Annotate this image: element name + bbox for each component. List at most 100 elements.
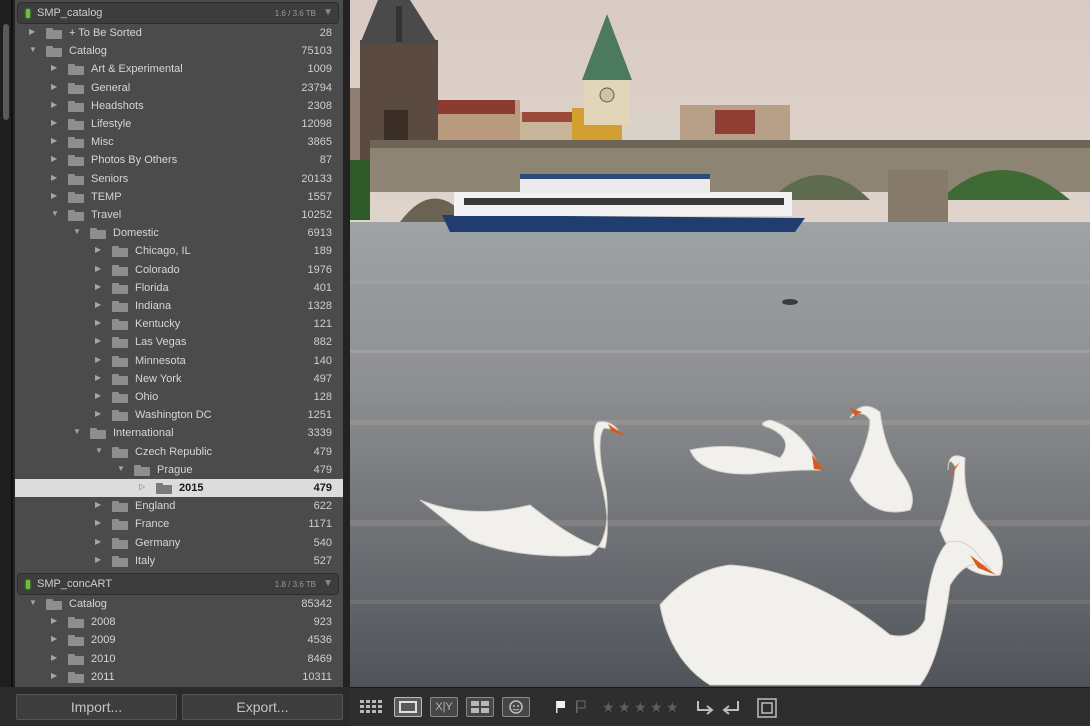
folder-row[interactable]: ▶ 2011 10311 [15,668,343,686]
folder-row[interactable]: ▶ Washington DC 1251 [15,406,343,424]
survey-view-button[interactable] [466,697,494,717]
folder-icon [68,64,84,76]
expand-triangle-icon[interactable]: ▶ [95,336,101,345]
expand-triangle-icon[interactable]: ▶ [51,136,57,145]
folder-row[interactable]: ▶ Germany 540 [15,534,343,552]
folder-row[interactable]: ▼ Catalog 75103 [15,42,343,60]
star-icon[interactable]: ★ [602,697,618,717]
folder-row[interactable]: ▶ Las Vegas 882 [15,333,343,351]
folder-row[interactable]: ▶ Colorado 1976 [15,261,343,279]
collapse-triangle-icon[interactable]: ▼ [29,598,37,607]
collapse-triangle-icon[interactable]: ▼ [95,446,103,455]
folder-row[interactable]: ▶ Headshots 2308 [15,97,343,115]
expand-triangle-icon[interactable]: ▶ [51,63,57,72]
crop-overlay-button[interactable] [754,697,780,718]
collapse-triangle-icon[interactable]: ▼ [73,227,81,236]
volume-menu-icon[interactable]: ▼ [323,578,333,589]
folder-row[interactable]: ▶ England 622 [15,497,343,515]
folder-count: 8469 [307,652,332,665]
collapse-triangle-icon[interactable]: ▼ [73,427,81,436]
expand-triangle-icon[interactable]: ▶ [51,173,57,182]
expand-triangle-icon[interactable]: ▶ [95,282,101,291]
folder-row[interactable]: ▼ Domestic 6913 [15,224,343,242]
expand-triangle-icon[interactable]: ▶ [95,409,101,418]
folder-row[interactable]: ▶ Misc 3865 [15,133,343,151]
expand-triangle-icon[interactable]: ▶ [51,616,57,625]
collapse-triangle-icon[interactable]: ▼ [117,464,125,473]
expand-triangle-icon[interactable]: ▶ [51,191,57,200]
folder-count: 3865 [307,136,332,149]
volume-header[interactable]: SMP_concART 1.8 / 3.6 TB ▼ [17,573,339,595]
expand-triangle-icon[interactable]: ▶ [51,154,57,163]
folder-row[interactable]: ▶ Chicago, IL 189 [15,242,343,260]
expand-triangle-icon[interactable]: ▶ [95,300,101,309]
import-button[interactable]: Import... [16,694,177,720]
star-icon[interactable]: ★ [634,697,650,717]
folder-row[interactable]: ▼ Prague 479 [15,461,343,479]
star-rating[interactable]: ★ ★ ★ ★ ★ [602,697,682,717]
people-view-button[interactable] [502,697,530,717]
folder-row[interactable]: ▶ + To Be Sorted 28 [15,24,343,42]
expand-triangle-icon[interactable]: ▶ [95,500,101,509]
rotate-right-button[interactable] [720,697,742,717]
folder-row[interactable]: ▶ Kentucky 121 [15,315,343,333]
folder-row[interactable]: ▶ 2008 923 [15,613,343,631]
reject-flag-button[interactable] [572,697,588,717]
folder-row[interactable]: ▶ Lifestyle 12098 [15,115,343,133]
folder-label: Prague [157,463,193,476]
expand-triangle-icon[interactable]: ▶ [95,518,101,527]
volume-menu-icon[interactable]: ▼ [323,7,333,18]
pick-flag-button[interactable] [552,697,568,717]
folder-row[interactable]: ▼ Travel 10252 [15,206,343,224]
compare-view-button[interactable]: X|Y [430,697,458,717]
export-button[interactable]: Export... [182,694,343,720]
collapse-triangle-icon[interactable]: ▼ [51,209,59,218]
folder-row[interactable]: ▶ Florida 401 [15,279,343,297]
folder-row[interactable]: ▶ Seniors 20133 [15,170,343,188]
expand-triangle-icon[interactable]: ▶ [51,82,57,91]
folder-row[interactable]: ▼ Czech Republic 479 [15,443,343,461]
folder-row[interactable]: ▶ Indiana 1328 [15,297,343,315]
expand-triangle-icon[interactable]: ▶ [29,27,35,36]
folder-row[interactable]: ▷ 2015 479 [15,479,343,498]
collapse-triangle-icon[interactable]: ▼ [29,45,37,54]
expand-triangle-icon[interactable]: ▶ [51,671,57,680]
expand-triangle-icon[interactable]: ▶ [95,391,101,400]
folder-icon [112,337,128,349]
expand-triangle-icon[interactable]: ▶ [95,537,101,546]
grid-view-button[interactable] [358,697,386,717]
expand-triangle-icon[interactable]: ▶ [95,555,101,564]
expand-triangle-icon[interactable]: ▶ [95,355,101,364]
folder-row[interactable]: ▶ TEMP 1557 [15,188,343,206]
folder-row[interactable]: ▼ Catalog 85342 [15,595,343,613]
expand-triangle-icon[interactable]: ▶ [51,634,57,643]
rotate-left-button[interactable] [694,697,716,717]
star-icon[interactable]: ★ [618,697,634,717]
folder-row[interactable]: ▶ Ohio 128 [15,388,343,406]
volume-header[interactable]: SMP_catalog 1.6 / 3.6 TB ▼ [17,2,339,24]
expand-triangle-icon[interactable]: ▶ [95,245,101,254]
panel-scrollbar-thumb[interactable] [3,24,9,120]
expand-triangle-icon[interactable]: ▷ [139,482,145,491]
expand-triangle-icon[interactable]: ▶ [95,264,101,273]
folder-row[interactable]: ▶ Minnesota 140 [15,352,343,370]
expand-triangle-icon[interactable]: ▶ [95,318,101,327]
expand-triangle-icon[interactable]: ▶ [51,100,57,109]
folder-row[interactable]: ▶ Art & Experimental 1009 [15,60,343,78]
folder-row[interactable]: ▶ 2009 4536 [15,631,343,649]
loupe-view-button[interactable] [394,697,422,717]
folder-icon [112,501,128,513]
expand-triangle-icon[interactable]: ▶ [51,118,57,127]
folder-count: 189 [313,245,332,258]
folder-row[interactable]: ▶ 2010 8469 [15,650,343,668]
folder-row[interactable]: ▶ Photos By Others 87 [15,151,343,169]
folder-row[interactable]: ▶ General 23794 [15,79,343,97]
folder-row[interactable]: ▶ France 1171 [15,515,343,533]
folder-row[interactable]: ▶ New York 497 [15,370,343,388]
star-icon[interactable]: ★ [666,697,682,717]
folder-row[interactable]: ▶ Italy 527 [15,552,343,570]
expand-triangle-icon[interactable]: ▶ [51,653,57,662]
star-icon[interactable]: ★ [650,697,666,717]
folder-row[interactable]: ▼ International 3339 [15,424,343,442]
expand-triangle-icon[interactable]: ▶ [95,373,101,382]
